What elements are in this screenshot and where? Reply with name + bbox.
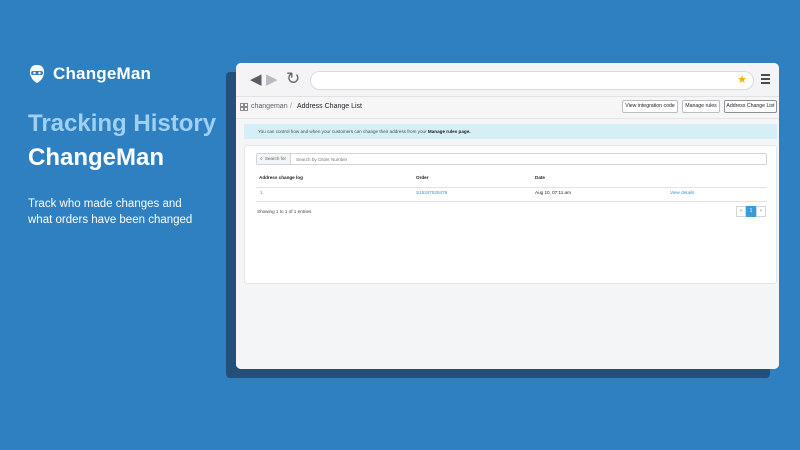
info-banner: You can control how and when your custom… <box>244 124 777 139</box>
headline-bottom: ChangeMan <box>28 144 165 171</box>
browser-window: ◀ ▶ ↻ ★ changeman / Address Change List … <box>236 63 779 369</box>
hamburger-menu-icon[interactable] <box>761 74 770 86</box>
header-divider <box>256 187 767 188</box>
manage-rules-link[interactable]: Manage rules page. <box>428 129 471 134</box>
reload-icon[interactable]: ↻ <box>286 70 300 88</box>
col-header-log: Address change log <box>259 175 303 180</box>
banner-text: You can control how and when your custom… <box>258 129 427 134</box>
search-input[interactable] <box>293 154 763 164</box>
brand-logo: ChangeMan <box>28 64 151 84</box>
row-divider <box>256 201 767 202</box>
app-header: changeman / Address Change List View int… <box>236 97 779 119</box>
brand-name: ChangeMan <box>53 64 152 83</box>
log-id[interactable]: 1 <box>260 190 263 195</box>
view-details-link[interactable]: View details <box>670 190 694 195</box>
address-change-list-button[interactable]: Address Change List <box>724 100 777 113</box>
back-arrow-icon[interactable]: ◀ <box>250 72 262 88</box>
hero-description: Track who made changes and what orders h… <box>28 198 193 226</box>
search-icon: ⌕ <box>260 156 263 162</box>
main-content: You can control how and when your custom… <box>236 119 779 369</box>
search-for-label: ⌕ Search for <box>257 154 291 164</box>
app-grid-icon <box>240 103 248 111</box>
pagination-next-button[interactable]: » <box>756 206 766 217</box>
search-bar: ⌕ Search for <box>256 153 767 165</box>
pagination-prev-button[interactable]: « <box>736 206 746 217</box>
bookmark-star-icon[interactable]: ★ <box>737 72 747 89</box>
ninja-mask-icon <box>30 65 44 83</box>
browser-toolbar: ◀ ▶ ↻ ★ <box>236 63 779 97</box>
entries-count: Showing 1 to 1 of 1 entries <box>257 209 312 214</box>
pagination-page-1[interactable]: 1 <box>746 206 756 217</box>
breadcrumb-app[interactable]: changeman <box>251 101 288 113</box>
manage-rules-button[interactable]: Manage rules <box>682 100 720 113</box>
address-change-card: ⌕Search for Address change log Order Dat… <box>244 145 777 284</box>
pagination: « 1 » <box>736 206 766 217</box>
view-integration-button[interactable]: View integration code <box>622 100 678 113</box>
breadcrumb-page: Address Change List <box>297 103 362 110</box>
col-header-order: Order <box>416 175 429 180</box>
breadcrumb-separator: / <box>290 103 292 110</box>
address-bar[interactable]: ★ <box>310 71 754 90</box>
headline-top: Tracking History <box>28 110 217 137</box>
change-date: Aug 10, 07:11 am <box>535 190 571 195</box>
col-header-date: Date <box>535 175 545 180</box>
forward-arrow-icon[interactable]: ▶ <box>266 72 278 88</box>
order-link[interactable]: S15347528479 <box>416 190 447 195</box>
